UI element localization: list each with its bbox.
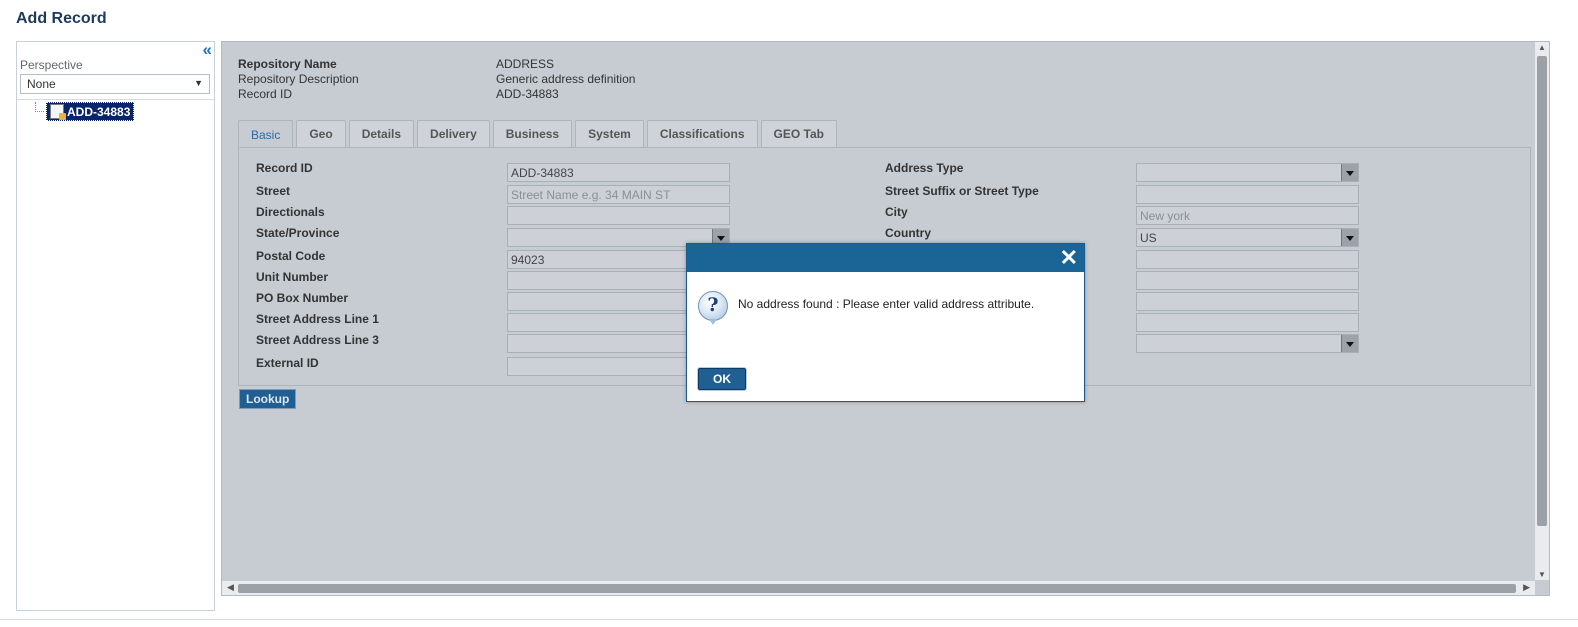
tab-business[interactable]: Business [492,120,573,147]
caret-down-icon: ▼ [194,78,203,88]
street-field[interactable]: Street Name e.g. 34 MAIN ST [507,185,730,204]
city-field[interactable]: New york [1136,206,1359,225]
directionals-label: Directionals [256,205,325,219]
tab-classifications[interactable]: Classifications [646,120,758,147]
postal-code-label: Postal Code [256,249,326,263]
address-type-label: Address Type [885,161,964,175]
repository-description-label: Repository Description [238,72,359,86]
dialog-message: No address found : Please enter valid ad… [738,297,1035,311]
dropdown-arrow-icon[interactable] [1341,164,1358,181]
scroll-right-icon[interactable]: ▶ [1523,582,1530,593]
perspective-select[interactable]: None ▼ [20,74,210,94]
dropdown-arrow-icon[interactable] [1341,229,1358,246]
dialog-header: ✕ [687,244,1084,272]
tab-basic[interactable]: Basic [238,120,294,148]
repository-description-value: Generic address definition [496,72,636,86]
close-icon[interactable]: ✕ [1060,247,1078,269]
divider [17,99,214,100]
scroll-left-icon[interactable]: ◀ [227,582,234,593]
tab-geo-tab[interactable]: GEO Tab [760,120,837,147]
page-title: Add Record [16,10,107,27]
tree-panel: « Perspective None ▼ ADD-34883 [16,41,215,611]
perspective-value: None [27,77,56,91]
record-icon [50,104,66,120]
country-value: US [1140,231,1157,245]
tab-bar: Basic Geo Details Delivery Business Syst… [238,120,837,148]
city-label: City [885,205,908,219]
scroll-down-icon[interactable]: ▼ [1538,570,1546,579]
scrollbar-thumb[interactable] [1537,56,1547,526]
record-id-info-value: ADD-34883 [496,87,559,101]
ok-button[interactable]: OK [698,368,746,390]
country-select[interactable]: US [1136,228,1359,247]
alert-dialog: ✕ ? No address found : Please enter vali… [686,243,1085,402]
divider [0,619,1578,620]
double-chevron-left-icon[interactable]: « [203,41,212,58]
record-id-field[interactable]: ADD-34883 [507,163,730,182]
street-line3-label: Street Address Line 3 [256,333,379,347]
unit-number-label: Unit Number [256,270,328,284]
street-line1-label: Street Address Line 1 [256,312,379,326]
right-select-9[interactable] [1136,334,1359,353]
scroll-up-icon[interactable]: ▲ [1538,43,1546,52]
tree-node-label: ADD-34883 [67,104,131,119]
right-field-6[interactable] [1136,271,1359,290]
po-box-label: PO Box Number [256,291,349,305]
scrollbar-thumb[interactable] [238,584,1516,593]
state-province-label: State/Province [256,226,340,240]
tab-details[interactable]: Details [348,120,415,147]
record-id-info-label: Record ID [238,87,293,101]
tab-geo[interactable]: Geo [296,120,346,147]
country-label: Country [885,226,931,240]
repository-name-row: Repository Name ADDRESS [238,57,554,71]
record-id-label: Record ID [256,161,313,175]
right-field-7[interactable] [1136,292,1359,311]
repository-name-label: Repository Name [238,57,337,71]
tab-system[interactable]: System [575,120,644,147]
right-field-5[interactable] [1136,250,1359,269]
perspective-label: Perspective [20,58,83,72]
horizontal-scrollbar[interactable]: ◀ ▶ [222,581,1535,595]
repository-name-value: ADDRESS [496,57,555,71]
street-suffix-label: Street Suffix or Street Type [885,184,1039,198]
record-id-row: Record ID ADD-34883 [238,87,559,101]
right-field-8[interactable] [1136,313,1359,332]
street-label: Street [256,184,291,198]
repository-description-row: Repository Description Generic address de… [238,72,635,86]
tree-connector [35,102,44,112]
street-suffix-field[interactable] [1136,185,1359,204]
directionals-field[interactable] [507,206,730,225]
tab-delivery[interactable]: Delivery [417,120,490,147]
external-id-label: External ID [256,356,319,370]
question-icon: ? [698,291,728,325]
address-type-select[interactable] [1136,163,1359,182]
lookup-button[interactable]: Lookup [239,389,297,409]
dropdown-arrow-icon[interactable] [1341,335,1358,352]
vertical-scrollbar[interactable]: ▲ ▼ [1535,42,1549,580]
tree-node-record[interactable]: ADD-34883 [46,102,135,121]
